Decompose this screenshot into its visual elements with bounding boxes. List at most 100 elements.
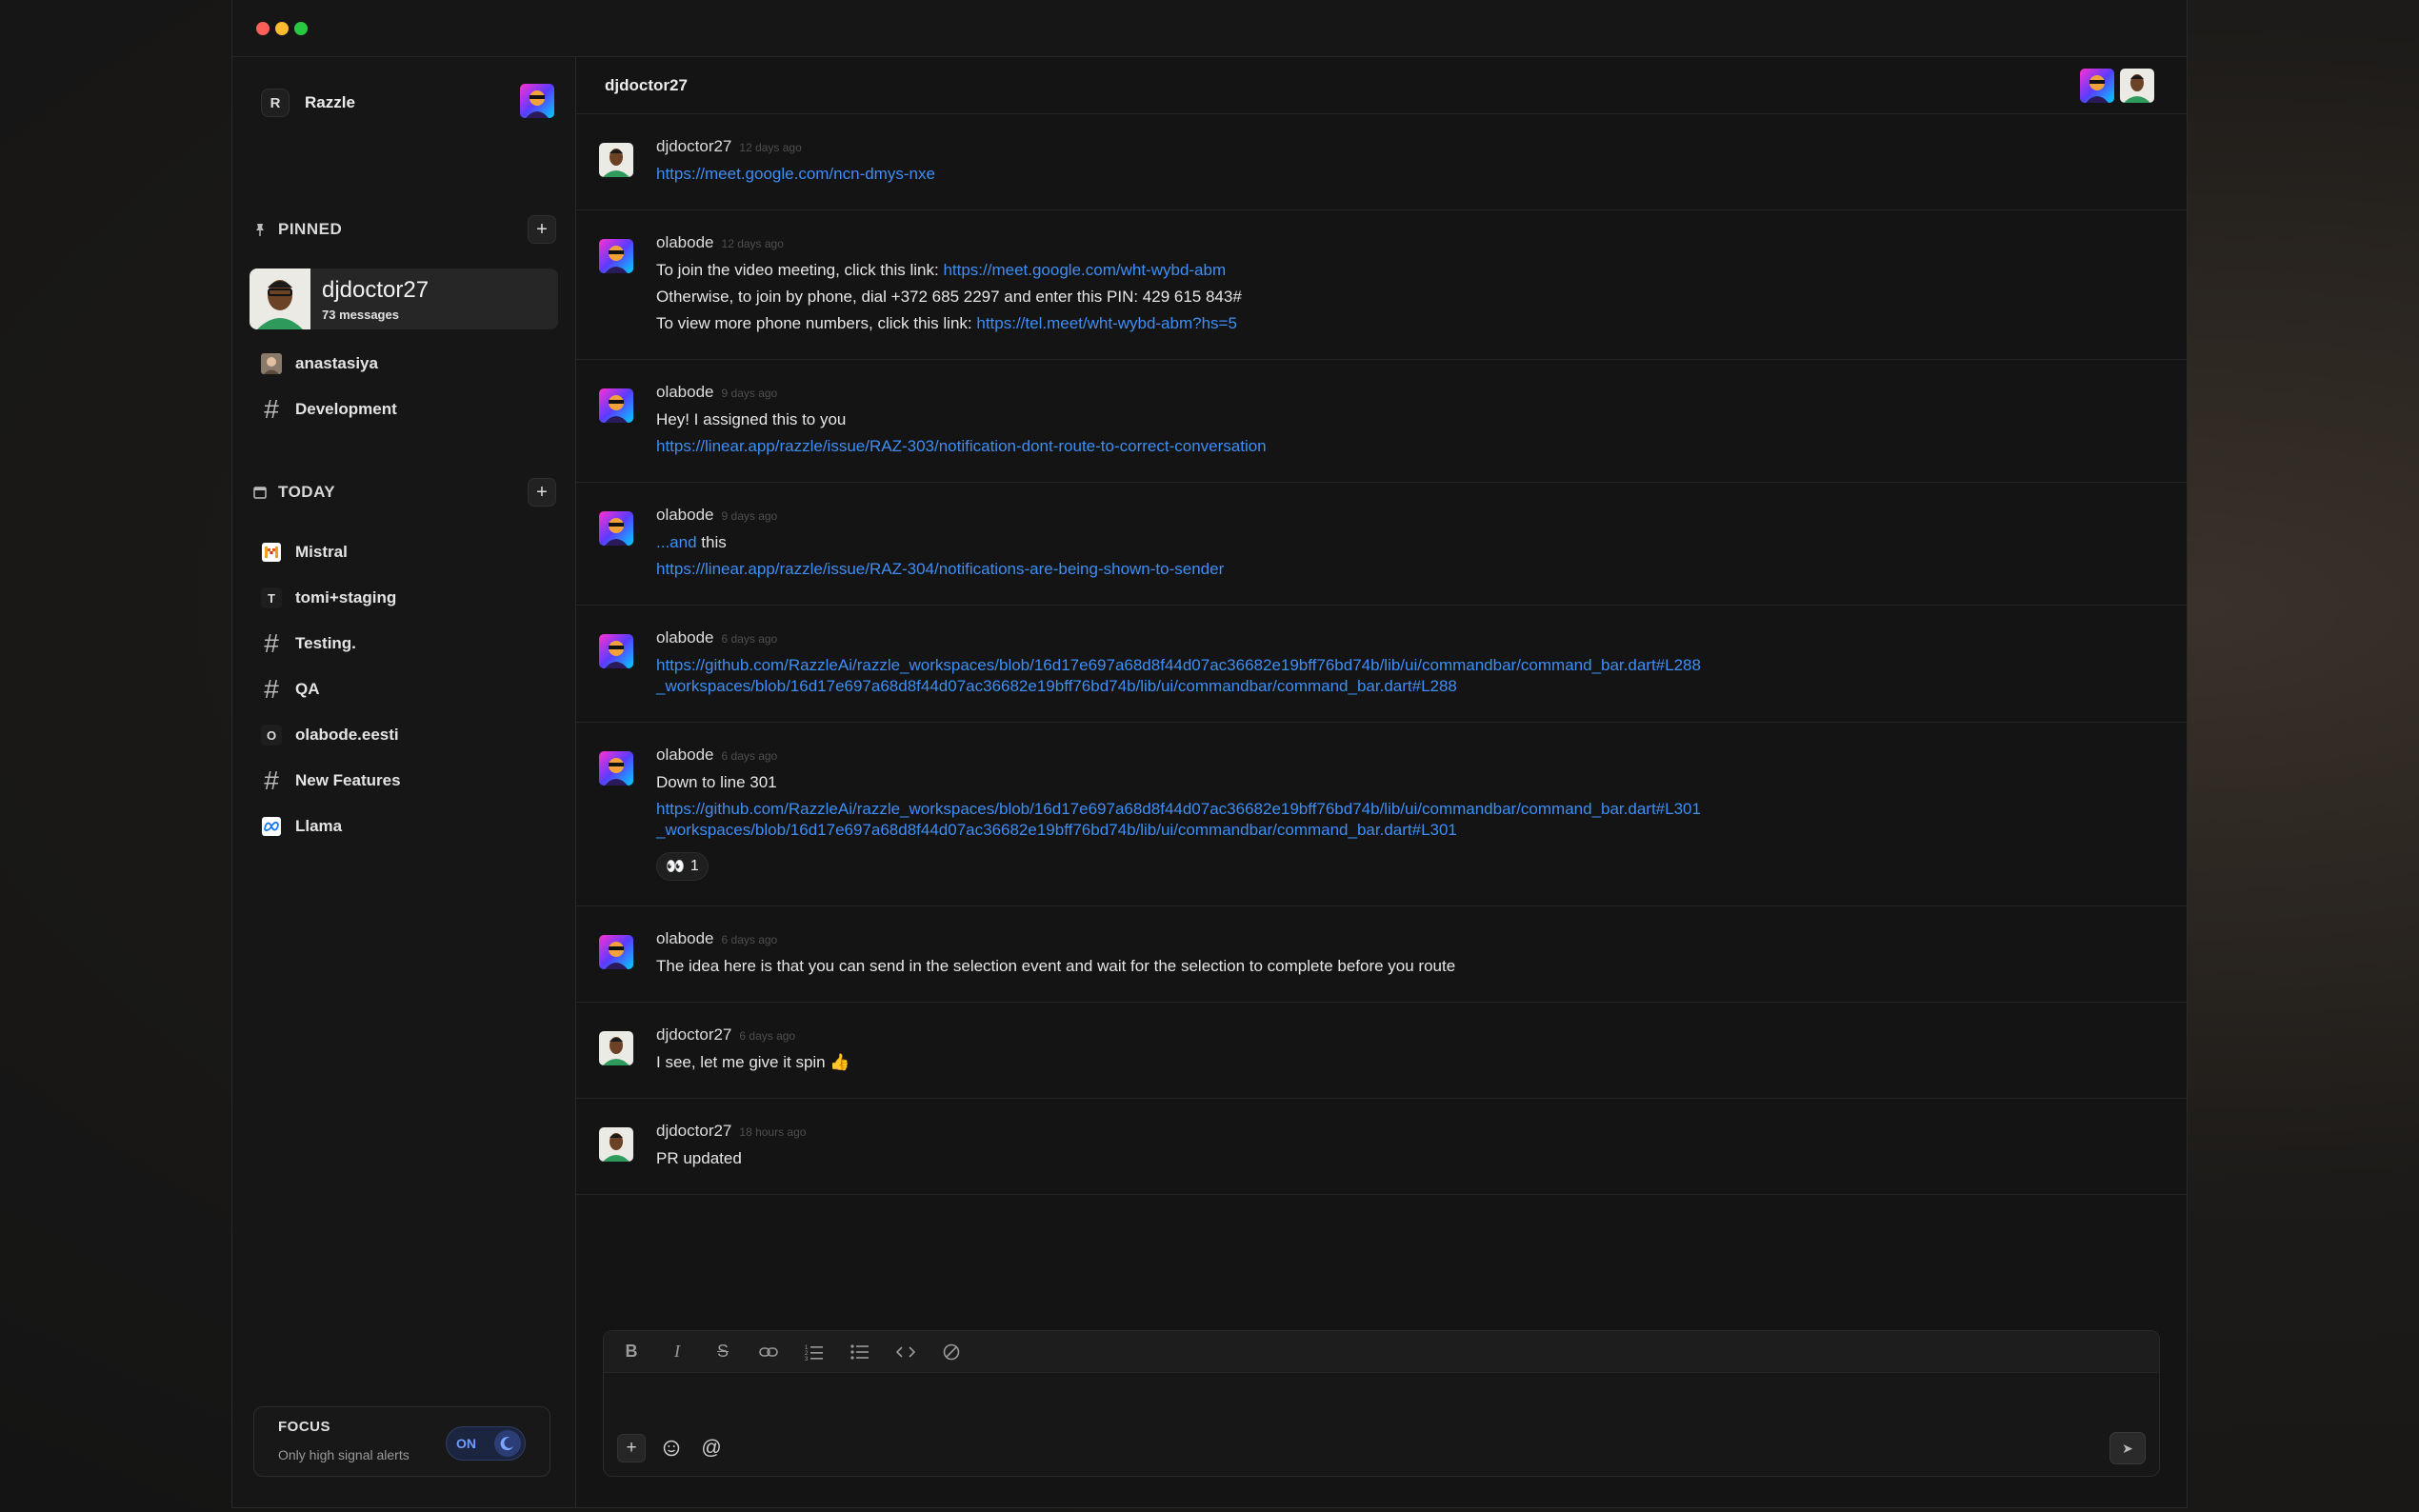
message-header: djdoctor27 6 days ago xyxy=(656,1025,2187,1046)
message-timestamp: 18 hours ago xyxy=(739,1125,807,1139)
message-item[interactable]: djdoctor27 12 days ago https://meet.google… xyxy=(576,114,2187,210)
svg-text:3: 3 xyxy=(805,1357,809,1361)
olabode-avatar[interactable] xyxy=(599,239,633,278)
olabode-avatar[interactable] xyxy=(599,388,633,428)
participant-avatars[interactable] xyxy=(2080,68,2154,103)
message-item[interactable]: djdoctor27 18 hours ago PR updated xyxy=(576,1099,2187,1195)
sidebar-item-llama[interactable]: Llama xyxy=(261,807,556,846)
message-timestamp: 12 days ago xyxy=(739,141,802,154)
reaction-chip[interactable]: 👀 1 xyxy=(656,852,709,881)
olabode-avatar[interactable] xyxy=(599,634,633,673)
message-author[interactable]: djdoctor27 xyxy=(656,137,731,156)
sidebar-item-anastasiya[interactable]: anastasiya xyxy=(261,345,556,383)
message-item[interactable]: olabode 6 days ago The idea here is that y… xyxy=(576,906,2187,1003)
meta-logo-icon xyxy=(261,816,282,837)
message-author[interactable]: olabode xyxy=(656,929,714,948)
user-avatar[interactable] xyxy=(520,83,554,123)
sidebar-item-development[interactable]: # Development xyxy=(261,390,556,428)
sidebar-item-mistral[interactable]: Mistral xyxy=(261,533,556,571)
hash-icon: # xyxy=(264,766,279,795)
focus-toggle[interactable]: ON xyxy=(446,1426,526,1461)
sidebar-item-label: Development xyxy=(295,400,397,418)
message-text: https://linear.app/razzle/issue/RAZ-303/… xyxy=(656,436,2187,457)
letter-avatar-icon: T xyxy=(261,587,282,608)
message-header: djdoctor27 12 days ago xyxy=(656,137,2187,158)
send-icon[interactable]: ➤ xyxy=(2109,1432,2146,1464)
message-link[interactable]: https://linear.app/razzle/issue/RAZ-304/… xyxy=(656,560,1224,578)
message-author[interactable]: olabode xyxy=(656,233,714,252)
olabode-avatar[interactable] xyxy=(599,511,633,550)
inline-link[interactable]: ...and xyxy=(656,533,697,551)
message-text-span: To view more phone numbers, click this l… xyxy=(656,314,972,332)
message-link[interactable]: https://tel.meet/wht-wybd-abm?hs=5 xyxy=(976,314,1237,332)
mention-icon[interactable]: @ xyxy=(697,1434,726,1462)
emoji-icon[interactable] xyxy=(657,1434,686,1462)
bold-icon[interactable]: B xyxy=(619,1340,644,1364)
strikethrough-icon[interactable]: S xyxy=(710,1340,735,1364)
maximize-window-button[interactable] xyxy=(294,22,308,35)
add-today-button[interactable]: + xyxy=(528,478,556,507)
workspace-switcher[interactable]: R Razzle xyxy=(261,83,554,119)
message-link[interactable]: https://meet.google.com/wht-wybd-abm xyxy=(943,261,1226,279)
focus-toggle-label: ON xyxy=(456,1436,476,1451)
message-author[interactable]: olabode xyxy=(656,628,714,647)
djdoctor27-avatar[interactable] xyxy=(599,1031,633,1070)
sidebar-item-label: QA xyxy=(295,680,320,698)
focus-mode-panel: FOCUS Only high signal alerts ON xyxy=(253,1406,550,1477)
olabode-avatar[interactable] xyxy=(599,751,633,790)
add-pinned-button[interactable]: + xyxy=(528,215,556,244)
olabode-avatar[interactable] xyxy=(599,935,633,974)
message-timestamp: 9 days ago xyxy=(721,509,778,523)
minimize-window-button[interactable] xyxy=(275,22,289,35)
message-header: djdoctor27 18 hours ago xyxy=(656,1122,2187,1143)
clear-format-icon[interactable] xyxy=(939,1340,964,1364)
sidebar-item-tomi-staging[interactable]: T tomi+staging xyxy=(261,579,556,617)
italic-icon[interactable]: I xyxy=(665,1340,690,1364)
sidebar-item-new-features[interactable]: # New Features xyxy=(261,762,556,800)
conversation-title: djdoctor27 xyxy=(605,75,688,94)
message-composer: B I S 123 + @ ➤ xyxy=(603,1330,2160,1477)
message-item[interactable]: olabode 9 days ago Hey! I assigned this to… xyxy=(576,360,2187,483)
close-window-button[interactable] xyxy=(256,22,270,35)
message-text: https://meet.google.com/ncn-dmys-nxe xyxy=(656,164,2187,185)
message-item[interactable]: olabode 6 days ago https://github.com/Razz… xyxy=(576,606,2187,723)
pinned-item-active[interactable]: djdoctor27 73 messages xyxy=(250,269,558,329)
message-text: _workspaces/blob/16d17e697a68d8f44d07ac3… xyxy=(656,820,2187,841)
djdoctor27-avatar[interactable] xyxy=(599,143,633,182)
message-link[interactable]: _workspaces/blob/16d17e697a68d8f44d07ac3… xyxy=(656,821,1457,839)
message-author[interactable]: olabode xyxy=(656,506,714,525)
djdoctor27-avatar[interactable] xyxy=(599,1127,633,1166)
message-timestamp: 6 days ago xyxy=(721,933,778,946)
ordered-list-icon[interactable]: 123 xyxy=(802,1340,827,1364)
sidebar-item-qa[interactable]: # QA xyxy=(261,670,556,708)
sidebar-item-olabode-eesti[interactable]: O olabode.eesti xyxy=(261,716,556,754)
message-text: PR updated xyxy=(656,1148,2187,1169)
message-author[interactable]: djdoctor27 xyxy=(656,1122,731,1141)
message-list[interactable]: djdoctor27 12 days ago https://meet.google… xyxy=(576,114,2187,1369)
djdoctor27-avatar[interactable] xyxy=(2120,68,2154,103)
message-link[interactable]: https://meet.google.com/ncn-dmys-nxe xyxy=(656,165,935,183)
message-link[interactable]: https://linear.app/razzle/issue/RAZ-303/… xyxy=(656,437,1267,455)
message-author[interactable]: olabode xyxy=(656,383,714,402)
olabode-avatar[interactable] xyxy=(2080,68,2114,103)
bullet-list-icon[interactable] xyxy=(848,1340,872,1364)
reaction-count: 1 xyxy=(690,858,699,874)
composer-actions: + @ ➤ xyxy=(617,1432,2146,1464)
message-author[interactable]: olabode xyxy=(656,746,714,765)
sidebar-item-testing[interactable]: # Testing. xyxy=(261,625,556,663)
message-link[interactable]: https://github.com/RazzleAi/razzle_works… xyxy=(656,656,1701,674)
message-text: The idea here is that you can send in th… xyxy=(656,956,2187,977)
message-item[interactable]: olabode 12 days ago To join the video meet… xyxy=(576,210,2187,360)
link-icon[interactable] xyxy=(756,1340,781,1364)
message-item[interactable]: olabode 9 days ago ...and this https://line… xyxy=(576,483,2187,606)
message-link[interactable]: _workspaces/blob/16d17e697a68d8f44d07ac3… xyxy=(656,677,1457,695)
message-author[interactable]: djdoctor27 xyxy=(656,1025,731,1044)
code-icon[interactable] xyxy=(893,1340,918,1364)
attach-plus-icon[interactable]: + xyxy=(617,1434,646,1462)
hash-icon: # xyxy=(264,394,279,424)
message-text-span: To join the video meeting, click this li… xyxy=(656,261,939,279)
app-window: R Razzle PINNED + djdoctor27 73 messages… xyxy=(231,0,2188,1508)
message-item[interactable]: djdoctor27 6 days ago I see, let me give i… xyxy=(576,1003,2187,1099)
message-link[interactable]: https://github.com/RazzleAi/razzle_works… xyxy=(656,800,1701,818)
message-item[interactable]: olabode 6 days ago Down to line 301 https:/… xyxy=(576,723,2187,906)
